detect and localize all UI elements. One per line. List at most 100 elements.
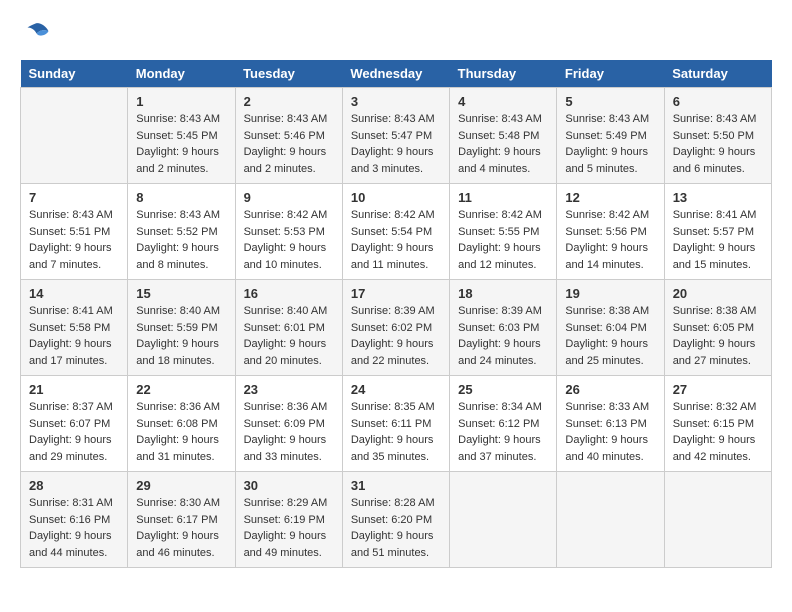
- daylight: Daylight: 9 hours and 20 minutes.: [244, 338, 327, 367]
- sunrise: Sunrise: 8:38 AM: [565, 305, 649, 317]
- sunrise: Sunrise: 8:39 AM: [351, 305, 435, 317]
- calendar-header-row: SundayMondayTuesdayWednesdayThursdayFrid…: [21, 60, 772, 88]
- calendar-cell: 4 Sunrise: 8:43 AM Sunset: 5:48 PM Dayli…: [450, 88, 557, 184]
- day-info: Sunrise: 8:38 AM Sunset: 6:04 PM Dayligh…: [565, 303, 655, 369]
- day-info: Sunrise: 8:43 AM Sunset: 5:45 PM Dayligh…: [136, 111, 226, 177]
- sunset: Sunset: 6:13 PM: [565, 418, 646, 430]
- day-info: Sunrise: 8:38 AM Sunset: 6:05 PM Dayligh…: [673, 303, 763, 369]
- header-tuesday: Tuesday: [235, 60, 342, 88]
- sunset: Sunset: 6:04 PM: [565, 322, 646, 334]
- day-number: 25: [458, 382, 548, 397]
- sunset: Sunset: 6:08 PM: [136, 418, 217, 430]
- day-number: 21: [29, 382, 119, 397]
- sunrise: Sunrise: 8:32 AM: [673, 401, 757, 413]
- calendar-table: SundayMondayTuesdayWednesdayThursdayFrid…: [20, 60, 772, 568]
- day-info: Sunrise: 8:28 AM Sunset: 6:20 PM Dayligh…: [351, 495, 441, 561]
- calendar-cell: 24 Sunrise: 8:35 AM Sunset: 6:11 PM Dayl…: [342, 376, 449, 472]
- day-number: 23: [244, 382, 334, 397]
- calendar-cell: 2 Sunrise: 8:43 AM Sunset: 5:46 PM Dayli…: [235, 88, 342, 184]
- sunrise: Sunrise: 8:43 AM: [351, 113, 435, 125]
- day-number: 24: [351, 382, 441, 397]
- sunrise: Sunrise: 8:43 AM: [673, 113, 757, 125]
- day-number: 29: [136, 478, 226, 493]
- sunset: Sunset: 5:51 PM: [29, 226, 110, 238]
- sunset: Sunset: 5:48 PM: [458, 130, 539, 142]
- sunset: Sunset: 5:52 PM: [136, 226, 217, 238]
- sunrise: Sunrise: 8:42 AM: [244, 209, 328, 221]
- sunset: Sunset: 5:55 PM: [458, 226, 539, 238]
- day-number: 14: [29, 286, 119, 301]
- day-number: 11: [458, 190, 548, 205]
- daylight: Daylight: 9 hours and 2 minutes.: [136, 146, 219, 175]
- header-saturday: Saturday: [664, 60, 771, 88]
- daylight: Daylight: 9 hours and 10 minutes.: [244, 242, 327, 271]
- calendar-cell: 5 Sunrise: 8:43 AM Sunset: 5:49 PM Dayli…: [557, 88, 664, 184]
- calendar-week-row: 7 Sunrise: 8:43 AM Sunset: 5:51 PM Dayli…: [21, 184, 772, 280]
- daylight: Daylight: 9 hours and 18 minutes.: [136, 338, 219, 367]
- day-info: Sunrise: 8:43 AM Sunset: 5:47 PM Dayligh…: [351, 111, 441, 177]
- sunrise: Sunrise: 8:39 AM: [458, 305, 542, 317]
- day-info: Sunrise: 8:41 AM Sunset: 5:57 PM Dayligh…: [673, 207, 763, 273]
- sunrise: Sunrise: 8:43 AM: [458, 113, 542, 125]
- calendar-cell: 21 Sunrise: 8:37 AM Sunset: 6:07 PM Dayl…: [21, 376, 128, 472]
- daylight: Daylight: 9 hours and 49 minutes.: [244, 530, 327, 559]
- sunset: Sunset: 6:16 PM: [29, 514, 110, 526]
- calendar-cell: [21, 88, 128, 184]
- daylight: Daylight: 9 hours and 25 minutes.: [565, 338, 648, 367]
- page-header: [20, 20, 772, 50]
- calendar-cell: [664, 472, 771, 568]
- sunset: Sunset: 6:19 PM: [244, 514, 325, 526]
- day-number: 9: [244, 190, 334, 205]
- day-number: 15: [136, 286, 226, 301]
- day-info: Sunrise: 8:42 AM Sunset: 5:54 PM Dayligh…: [351, 207, 441, 273]
- logo-bird-icon: [20, 20, 50, 50]
- day-info: Sunrise: 8:42 AM Sunset: 5:53 PM Dayligh…: [244, 207, 334, 273]
- day-number: 31: [351, 478, 441, 493]
- sunrise: Sunrise: 8:43 AM: [565, 113, 649, 125]
- day-info: Sunrise: 8:41 AM Sunset: 5:58 PM Dayligh…: [29, 303, 119, 369]
- calendar-week-row: 28 Sunrise: 8:31 AM Sunset: 6:16 PM Dayl…: [21, 472, 772, 568]
- day-number: 3: [351, 94, 441, 109]
- day-number: 12: [565, 190, 655, 205]
- calendar-cell: 1 Sunrise: 8:43 AM Sunset: 5:45 PM Dayli…: [128, 88, 235, 184]
- day-number: 26: [565, 382, 655, 397]
- day-info: Sunrise: 8:36 AM Sunset: 6:09 PM Dayligh…: [244, 399, 334, 465]
- day-number: 1: [136, 94, 226, 109]
- sunset: Sunset: 5:57 PM: [673, 226, 754, 238]
- sunrise: Sunrise: 8:43 AM: [244, 113, 328, 125]
- sunrise: Sunrise: 8:40 AM: [244, 305, 328, 317]
- daylight: Daylight: 9 hours and 27 minutes.: [673, 338, 756, 367]
- sunrise: Sunrise: 8:36 AM: [244, 401, 328, 413]
- daylight: Daylight: 9 hours and 33 minutes.: [244, 434, 327, 463]
- sunset: Sunset: 5:50 PM: [673, 130, 754, 142]
- sunset: Sunset: 5:53 PM: [244, 226, 325, 238]
- sunset: Sunset: 5:49 PM: [565, 130, 646, 142]
- calendar-cell: 28 Sunrise: 8:31 AM Sunset: 6:16 PM Dayl…: [21, 472, 128, 568]
- day-number: 17: [351, 286, 441, 301]
- sunrise: Sunrise: 8:42 AM: [351, 209, 435, 221]
- sunrise: Sunrise: 8:42 AM: [458, 209, 542, 221]
- sunrise: Sunrise: 8:41 AM: [29, 305, 113, 317]
- header-wednesday: Wednesday: [342, 60, 449, 88]
- day-info: Sunrise: 8:39 AM Sunset: 6:02 PM Dayligh…: [351, 303, 441, 369]
- daylight: Daylight: 9 hours and 7 minutes.: [29, 242, 112, 271]
- sunrise: Sunrise: 8:42 AM: [565, 209, 649, 221]
- daylight: Daylight: 9 hours and 8 minutes.: [136, 242, 219, 271]
- sunrise: Sunrise: 8:28 AM: [351, 497, 435, 509]
- calendar-cell: [450, 472, 557, 568]
- sunrise: Sunrise: 8:41 AM: [673, 209, 757, 221]
- day-info: Sunrise: 8:43 AM Sunset: 5:51 PM Dayligh…: [29, 207, 119, 273]
- sunset: Sunset: 6:01 PM: [244, 322, 325, 334]
- daylight: Daylight: 9 hours and 22 minutes.: [351, 338, 434, 367]
- day-info: Sunrise: 8:32 AM Sunset: 6:15 PM Dayligh…: [673, 399, 763, 465]
- calendar-cell: 15 Sunrise: 8:40 AM Sunset: 5:59 PM Dayl…: [128, 280, 235, 376]
- daylight: Daylight: 9 hours and 11 minutes.: [351, 242, 434, 271]
- calendar-cell: 12 Sunrise: 8:42 AM Sunset: 5:56 PM Dayl…: [557, 184, 664, 280]
- calendar-cell: 13 Sunrise: 8:41 AM Sunset: 5:57 PM Dayl…: [664, 184, 771, 280]
- sunrise: Sunrise: 8:33 AM: [565, 401, 649, 413]
- sunset: Sunset: 6:17 PM: [136, 514, 217, 526]
- daylight: Daylight: 9 hours and 2 minutes.: [244, 146, 327, 175]
- day-number: 18: [458, 286, 548, 301]
- calendar-cell: 30 Sunrise: 8:29 AM Sunset: 6:19 PM Dayl…: [235, 472, 342, 568]
- day-number: 10: [351, 190, 441, 205]
